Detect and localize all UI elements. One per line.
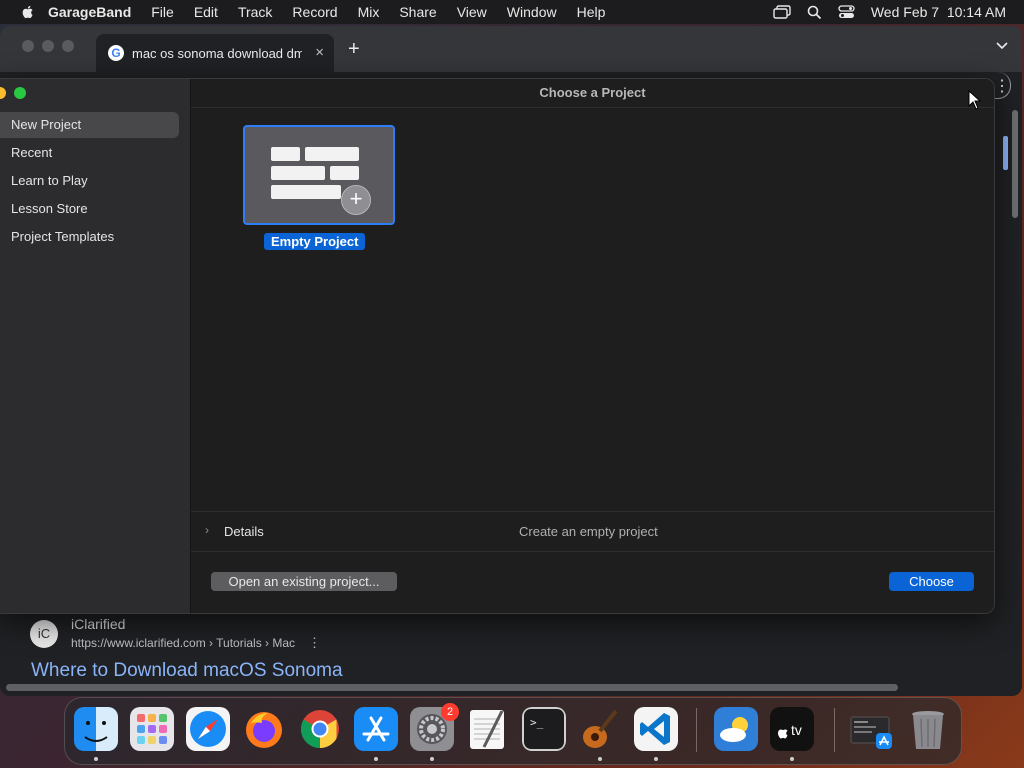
browser-menu-icon[interactable]: ⋮ xyxy=(994,76,1010,96)
browser-tab-bar: G mac os sonoma download dmg × + xyxy=(0,26,1022,72)
empty-project-label[interactable]: Empty Project xyxy=(264,233,366,250)
vertical-scrollbar[interactable] xyxy=(1012,110,1018,218)
dock-separator xyxy=(696,708,697,752)
details-label[interactable]: Details xyxy=(224,524,264,539)
google-favicon-icon: G xyxy=(108,45,124,61)
menu-mix[interactable]: Mix xyxy=(358,4,380,20)
open-existing-project-button[interactable]: Open an existing project... xyxy=(211,572,397,591)
dock-running-indicator xyxy=(790,757,794,761)
menu-app-name[interactable]: GarageBand xyxy=(48,4,131,20)
mouse-pointer-icon xyxy=(968,90,982,110)
sidebar-item-learn-to-play[interactable]: Learn to Play xyxy=(0,167,190,195)
tab-close-icon[interactable]: × xyxy=(315,44,324,61)
menu-help[interactable]: Help xyxy=(577,4,606,20)
sidebar-item-recent[interactable]: Recent xyxy=(0,139,190,167)
sidebar-list: New Project Recent Learn to Play Lesson … xyxy=(0,111,190,251)
menu-bar: GarageBand File Edit Track Record Mix Sh… xyxy=(0,0,1024,24)
add-plus-icon: + xyxy=(341,185,371,215)
dock-launchpad-icon[interactable] xyxy=(130,707,174,751)
dock-running-indicator xyxy=(654,757,658,761)
details-disclosure: › Details Create an empty project xyxy=(191,511,994,552)
sidebar-item-new-project[interactable]: New Project xyxy=(0,111,190,139)
menu-record[interactable]: Record xyxy=(292,4,337,20)
iclarified-favicon-icon: iC xyxy=(30,620,58,648)
project-sidebar: New Project Recent Learn to Play Lesson … xyxy=(0,79,191,613)
dock-separator xyxy=(834,708,835,752)
control-center-icon[interactable] xyxy=(838,5,855,19)
horizontal-scrollbar[interactable] xyxy=(6,684,898,691)
empty-project-tile[interactable]: + xyxy=(243,125,395,225)
menu-track[interactable]: Track xyxy=(238,4,272,20)
browser-tab-title: mac os sonoma download dmg xyxy=(132,46,302,61)
dialog-window-controls xyxy=(0,87,26,99)
dock-chrome-icon[interactable] xyxy=(298,707,342,751)
spotlight-search-icon[interactable] xyxy=(807,5,822,20)
dock-terminal-icon[interactable]: >_ xyxy=(522,707,566,751)
sidebar-item-label: New Project xyxy=(11,117,82,132)
browser-minimize-light[interactable] xyxy=(42,40,54,52)
dialog-title: Choose a Project xyxy=(191,79,994,108)
menu-clock[interactable]: Wed Feb 7 10:14 AM xyxy=(871,4,1006,20)
dock-running-indicator xyxy=(430,757,434,761)
dock-safari-icon[interactable] xyxy=(186,707,230,751)
result-more-icon[interactable]: ⋮ xyxy=(308,635,321,651)
dock: 2 >_ tv xyxy=(64,697,962,765)
dialog-zoom-light[interactable] xyxy=(14,87,26,99)
menu-window[interactable]: Window xyxy=(507,4,557,20)
apple-tv-label: tv xyxy=(791,722,802,738)
dock-finder-icon[interactable] xyxy=(74,707,118,751)
dock-apple-tv-icon[interactable]: tv xyxy=(770,707,814,751)
menu-share[interactable]: Share xyxy=(399,4,436,20)
settings-badge: 2 xyxy=(441,703,459,721)
dock-downloads-stack-icon[interactable] xyxy=(850,707,894,751)
choose-project-dialog: New Project Recent Learn to Play Lesson … xyxy=(0,78,995,614)
sidebar-item-label: Lesson Store xyxy=(11,201,88,216)
sidebar-item-label: Learn to Play xyxy=(11,173,88,188)
menu-edit[interactable]: Edit xyxy=(194,4,218,20)
dock-textedit-icon[interactable] xyxy=(466,707,510,751)
dialog-minimize-light[interactable] xyxy=(0,87,6,99)
project-main-pane: Choose a Project + Empty Project › Detai… xyxy=(191,79,994,613)
page-accent-edge xyxy=(1003,136,1008,170)
menu-view[interactable]: View xyxy=(457,4,487,20)
svg-text:>_: >_ xyxy=(530,716,544,729)
result-site-name[interactable]: iClarified xyxy=(71,616,125,632)
browser-close-light[interactable] xyxy=(22,40,34,52)
browser-zoom-light[interactable] xyxy=(62,40,74,52)
sidebar-item-label: Recent xyxy=(11,145,53,160)
disclosure-chevron-icon[interactable]: › xyxy=(205,523,209,537)
result-title-link[interactable]: Where to Download macOS Sonoma xyxy=(31,660,343,682)
dock-running-indicator xyxy=(374,757,378,761)
screen-mirroring-icon[interactable] xyxy=(773,5,791,19)
tab-search-chevron-icon[interactable] xyxy=(996,42,1008,50)
dock-running-indicator xyxy=(94,757,98,761)
sidebar-item-lesson-store[interactable]: Lesson Store xyxy=(0,195,190,223)
dock-vscode-icon[interactable] xyxy=(634,707,678,751)
dock-weather-icon[interactable] xyxy=(714,707,758,751)
browser-window-controls xyxy=(22,40,74,52)
new-tab-button[interactable]: + xyxy=(348,39,360,59)
dock-running-indicator xyxy=(598,757,602,761)
sidebar-item-project-templates[interactable]: Project Templates xyxy=(0,223,190,251)
apple-menu-icon[interactable] xyxy=(20,4,36,20)
dock-firefox-icon[interactable] xyxy=(242,707,286,751)
dock-trash-icon[interactable] xyxy=(906,707,950,751)
project-description: Create an empty project xyxy=(519,524,658,539)
result-url[interactable]: https://www.iclarified.com › Tutorials ›… xyxy=(71,636,295,650)
menu-file[interactable]: File xyxy=(151,4,174,20)
sidebar-item-label: Project Templates xyxy=(11,229,115,244)
choose-button[interactable]: Choose xyxy=(889,572,974,591)
dock-app-store-icon[interactable] xyxy=(354,707,398,751)
dock-garageband-icon[interactable] xyxy=(578,707,622,751)
browser-tab[interactable]: G mac os sonoma download dmg × xyxy=(96,34,334,72)
